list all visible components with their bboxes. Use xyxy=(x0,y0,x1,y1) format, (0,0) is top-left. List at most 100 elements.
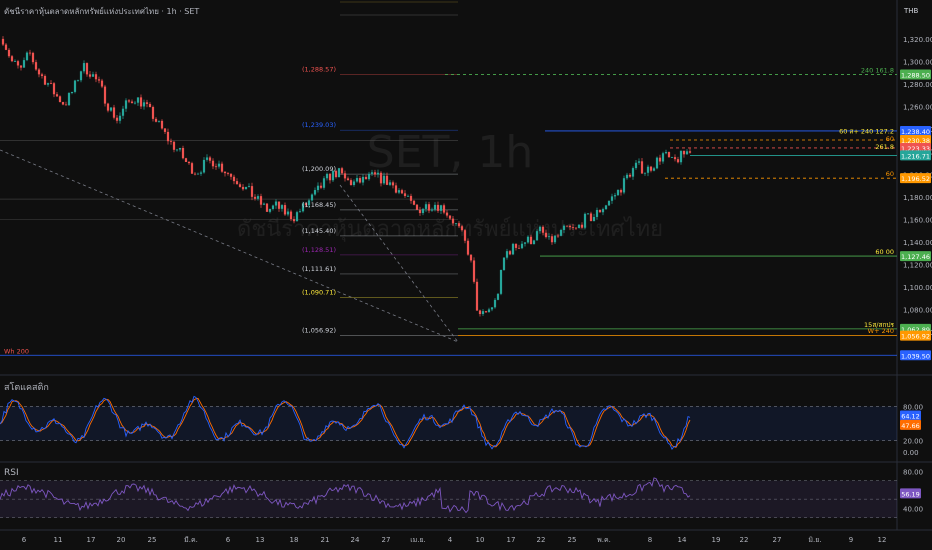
candle-body xyxy=(268,208,272,212)
price-badge-label: 1,238.40 xyxy=(901,128,930,136)
candle-body xyxy=(202,159,206,173)
candle-body xyxy=(211,160,215,167)
candle-body xyxy=(556,235,560,237)
candle-body xyxy=(187,161,191,164)
candle-body xyxy=(379,172,383,184)
time-tick-label: 17 xyxy=(507,536,516,544)
candle-body xyxy=(148,103,152,107)
candle-body xyxy=(244,186,248,190)
currency-label: THB xyxy=(904,7,919,15)
candle-body xyxy=(286,211,290,215)
candle-body xyxy=(226,173,230,174)
candle-body xyxy=(520,243,524,249)
time-tick-label: มิ.ย. xyxy=(808,536,821,544)
candle-body xyxy=(13,61,17,62)
fib-label: (1,168.45) xyxy=(302,201,336,209)
candle-body xyxy=(451,218,455,224)
candle-body xyxy=(637,161,641,163)
candle-body xyxy=(121,108,125,116)
candle-body xyxy=(346,178,350,181)
candle-body xyxy=(118,115,122,121)
candle-body xyxy=(508,251,512,255)
candle-body xyxy=(673,157,677,160)
candle-body xyxy=(442,205,446,213)
candle-body xyxy=(349,180,353,185)
candle-body xyxy=(445,212,449,216)
candle-body xyxy=(481,311,485,315)
candle-body xyxy=(487,309,491,313)
chart-title: ดัชนีราคาหุ้นตลาดหลักทรัพย์แห่งประเทศไทย… xyxy=(4,7,200,16)
candle-body xyxy=(505,251,509,258)
price-tick-label: 1,100.00 xyxy=(903,284,932,292)
candle-body xyxy=(205,157,209,160)
price-tick-label: 1,160.00 xyxy=(903,216,932,224)
candle-body xyxy=(646,166,650,173)
level-label: W+ 240 xyxy=(868,327,894,335)
candle-body xyxy=(259,196,263,205)
price-badge-label: 1,196.52 xyxy=(901,175,930,183)
candle-body xyxy=(199,172,203,174)
candle-body xyxy=(115,117,119,121)
candle-body xyxy=(61,102,65,105)
candle-body xyxy=(514,243,518,248)
candle-body xyxy=(64,104,68,106)
candle-body xyxy=(658,157,662,162)
candle-body xyxy=(682,150,686,155)
stochastic-label: สโตแคสติก xyxy=(4,383,49,393)
candle-body xyxy=(604,205,608,210)
candle-body xyxy=(385,175,389,185)
candle-body xyxy=(463,230,467,241)
rsi-tick-label: 40.00 xyxy=(903,505,923,513)
candle-body xyxy=(616,189,620,196)
candle-body xyxy=(364,176,368,180)
candle-body xyxy=(175,149,179,151)
candle-body xyxy=(247,186,251,187)
candle-body xyxy=(547,236,551,238)
candle-body xyxy=(265,203,269,212)
candle-body xyxy=(565,225,569,227)
candle-body xyxy=(496,293,500,300)
candle-body xyxy=(67,93,71,106)
price-tick-label: 1,320.00 xyxy=(903,36,932,44)
candle-body xyxy=(388,182,392,185)
trend-line xyxy=(0,149,459,343)
price-badge-label: 1,127.46 xyxy=(901,253,930,261)
candle-body xyxy=(454,223,458,225)
candle-body xyxy=(214,166,218,168)
stoch-tick-label: 80.00 xyxy=(903,403,923,411)
candle-body xyxy=(469,254,473,261)
candle-body xyxy=(550,236,554,243)
candle-body xyxy=(634,162,638,169)
candle-body xyxy=(532,240,536,245)
time-tick-label: 11 xyxy=(54,536,63,544)
candle-body xyxy=(460,226,464,231)
candle-body xyxy=(595,209,599,217)
candle-body xyxy=(271,205,275,209)
candle-body xyxy=(112,107,116,118)
fib-label: (1,111.61) xyxy=(302,265,336,273)
time-tick-label: เม.ย. xyxy=(410,536,426,544)
candle-body xyxy=(541,226,545,233)
candle-body xyxy=(580,224,584,228)
candle-body xyxy=(70,91,74,94)
time-tick-label: 4 xyxy=(448,536,453,544)
candle-body xyxy=(229,173,233,177)
stoch-value-label: 47.66 xyxy=(901,422,920,430)
candle-body xyxy=(163,128,167,132)
candle-body xyxy=(448,215,452,219)
fib-label: (1,128.51) xyxy=(302,246,336,254)
time-axis: 6 11 17 20 25 มี.ค. 6 13 18 21 24 27 เม.ย. 4 10 17 22 25 พ… xyxy=(0,529,932,544)
candle-body xyxy=(7,49,11,57)
candle-body xyxy=(439,205,443,211)
candle-body xyxy=(4,44,8,50)
candle-body xyxy=(241,186,245,190)
stoch-tick-label: 0.00 xyxy=(903,449,919,457)
candle-body xyxy=(373,172,377,175)
candle-body xyxy=(319,185,323,188)
candle-body xyxy=(193,173,197,175)
rsi-pane xyxy=(0,477,897,518)
candle-body xyxy=(472,260,476,282)
time-tick-label: 21 xyxy=(321,536,330,544)
price-tick-label: 1,300.00 xyxy=(903,58,932,66)
candle-body xyxy=(484,311,488,313)
